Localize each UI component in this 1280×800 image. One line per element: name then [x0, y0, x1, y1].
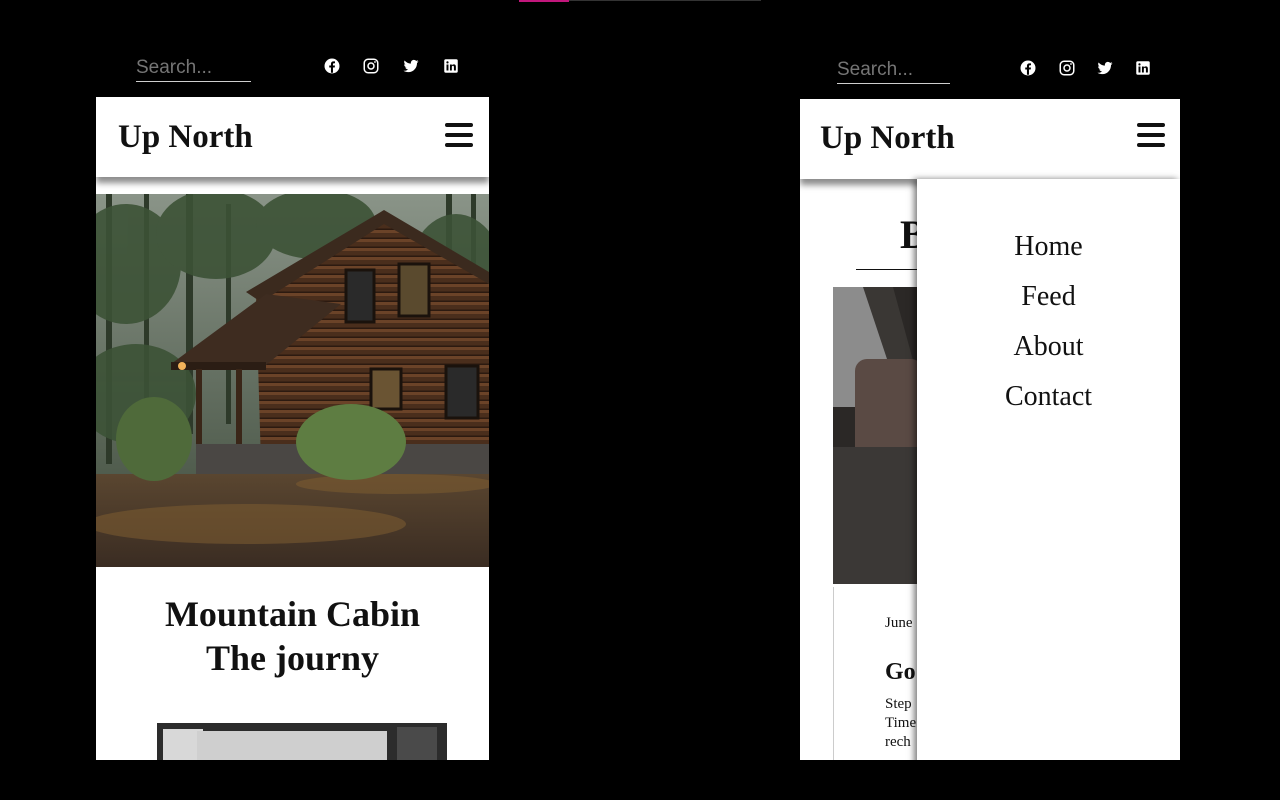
- search-input[interactable]: [136, 56, 251, 82]
- facebook-icon[interactable]: [323, 57, 341, 75]
- instagram-icon[interactable]: [1058, 59, 1076, 77]
- mobile-preview-right: Up North B June Go Step Time rech Home F…: [800, 99, 1180, 760]
- linkedin-icon[interactable]: [1134, 59, 1152, 77]
- nav-item-about[interactable]: About: [917, 322, 1180, 372]
- hamburger-menu-icon[interactable]: [445, 123, 473, 147]
- post-date: June: [885, 615, 913, 631]
- progress-accent: [519, 0, 569, 2]
- twitter-icon[interactable]: [1096, 59, 1114, 77]
- hero-cabin-image: [96, 194, 489, 567]
- progress-track: [569, 0, 761, 1]
- mobile-preview-left: Up North Mountain Cabin The journy: [96, 97, 489, 760]
- site-header: Up North: [96, 97, 489, 177]
- post-title-line-2[interactable]: The journy: [96, 636, 489, 680]
- post-thumbnail-image: [157, 723, 447, 760]
- heading-underline: [856, 269, 926, 270]
- nav-drawer: Home Feed About Contact: [917, 179, 1180, 760]
- nav-item-feed[interactable]: Feed: [917, 272, 1180, 322]
- nav-item-home[interactable]: Home: [917, 222, 1180, 272]
- twitter-icon[interactable]: [402, 57, 420, 75]
- post-title[interactable]: Go: [885, 659, 916, 686]
- site-header: Up North: [800, 99, 1180, 179]
- post-title-line-1[interactable]: Mountain Cabin: [96, 592, 489, 636]
- instagram-icon[interactable]: [362, 57, 380, 75]
- post-image-truck: [833, 287, 923, 584]
- site-logo[interactable]: Up North: [118, 119, 253, 156]
- card-border: [833, 587, 834, 760]
- search-input[interactable]: [837, 58, 950, 84]
- post-excerpt: Step Time rech: [885, 696, 917, 750]
- site-logo[interactable]: Up North: [820, 120, 955, 157]
- hamburger-menu-icon[interactable]: [1137, 123, 1165, 147]
- linkedin-icon[interactable]: [442, 57, 460, 75]
- facebook-icon[interactable]: [1019, 59, 1037, 77]
- nav-item-contact[interactable]: Contact: [917, 372, 1180, 422]
